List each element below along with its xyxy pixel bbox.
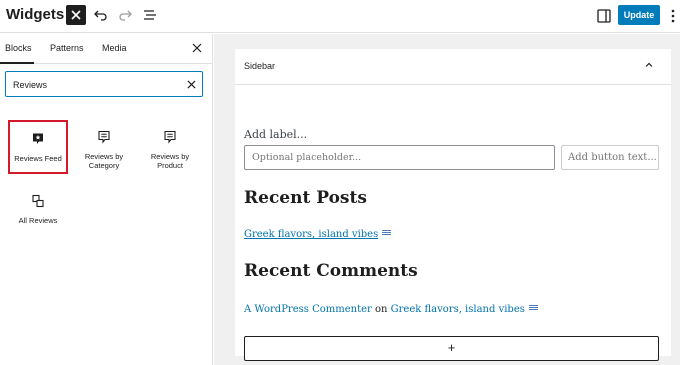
- tab-media[interactable]: Media: [102, 43, 127, 53]
- page-title: Widgets: [6, 6, 65, 23]
- recent-post-link[interactable]: Greek flavors, island vibes: [244, 229, 378, 240]
- recent-comments-heading: Recent Comments: [244, 261, 418, 281]
- star-comment-icon: [33, 133, 43, 144]
- block-inserter-panel: Blocks Patterns Media Reviews Reviews Fe…: [0, 34, 213, 365]
- block-label: Reviews by Product: [150, 152, 190, 170]
- comment-connector: on: [374, 304, 388, 315]
- active-tab-indicator: [0, 62, 34, 64]
- undo-icon[interactable]: [93, 7, 109, 23]
- block-label: Reviews Feed: [14, 154, 62, 163]
- tab-blocks[interactable]: Blocks: [5, 43, 32, 53]
- close-icon: [71, 10, 81, 20]
- search-block-label[interactable]: Add label...: [244, 128, 307, 141]
- widgets-canvas: Sidebar Add label... Optional placeholde…: [214, 34, 680, 365]
- close-icon[interactable]: [192, 43, 202, 53]
- comment-post-link[interactable]: Greek flavors, island vibes: [391, 304, 525, 315]
- greece-flag-icon: [382, 230, 392, 236]
- top-toolbar: Widgets Update: [0, 0, 680, 33]
- block-search-input[interactable]: Reviews: [5, 71, 203, 97]
- search-block-input[interactable]: Optional placeholder...: [244, 145, 555, 170]
- button-text: Add button text...: [568, 152, 657, 163]
- add-block-button[interactable]: +: [244, 336, 659, 361]
- block-reviews-by-product[interactable]: Reviews by Product: [140, 130, 200, 170]
- block-reviews-feed[interactable]: Reviews Feed: [8, 120, 68, 174]
- greece-flag-icon: [528, 305, 538, 311]
- more-options-icon[interactable]: [666, 8, 680, 24]
- comment-lines-icon: [164, 130, 176, 144]
- list-view-icon[interactable]: [142, 7, 158, 23]
- plus-icon: +: [447, 340, 456, 355]
- block-label: All Reviews: [18, 216, 58, 225]
- comment-lines-icon: [98, 130, 110, 144]
- widget-area-sidebar: Sidebar Add label... Optional placeholde…: [235, 49, 671, 361]
- close-inserter-button[interactable]: [66, 5, 86, 25]
- block-all-reviews[interactable]: All Reviews: [8, 194, 68, 225]
- recent-comment-item: A WordPress Commenter on Greek flavors, …: [244, 304, 538, 315]
- recent-post-item[interactable]: Greek flavors, island vibes: [244, 229, 392, 240]
- tab-patterns[interactable]: Patterns: [50, 43, 84, 53]
- update-button[interactable]: Update: [618, 5, 660, 25]
- divider: [235, 84, 671, 85]
- block-reviews-by-category[interactable]: Reviews by Category: [74, 130, 134, 170]
- search-block-button[interactable]: Add button text...: [561, 145, 659, 170]
- chevron-up-icon[interactable]: [644, 60, 654, 70]
- recent-posts-heading: Recent Posts: [244, 188, 367, 208]
- sidebar-toggle-icon[interactable]: [596, 8, 612, 24]
- comment-author-link[interactable]: A WordPress Commenter: [244, 304, 372, 315]
- clear-search-icon[interactable]: [187, 80, 196, 89]
- block-label: Reviews by Category: [84, 152, 124, 170]
- input-placeholder: Optional placeholder...: [252, 152, 362, 163]
- search-value: Reviews: [13, 80, 48, 90]
- widget-area-title[interactable]: Sidebar: [244, 61, 275, 71]
- redo-icon[interactable]: [117, 7, 133, 23]
- reviews-list-icon: [32, 194, 44, 208]
- inserter-tabs: Blocks Patterns Media: [0, 34, 212, 64]
